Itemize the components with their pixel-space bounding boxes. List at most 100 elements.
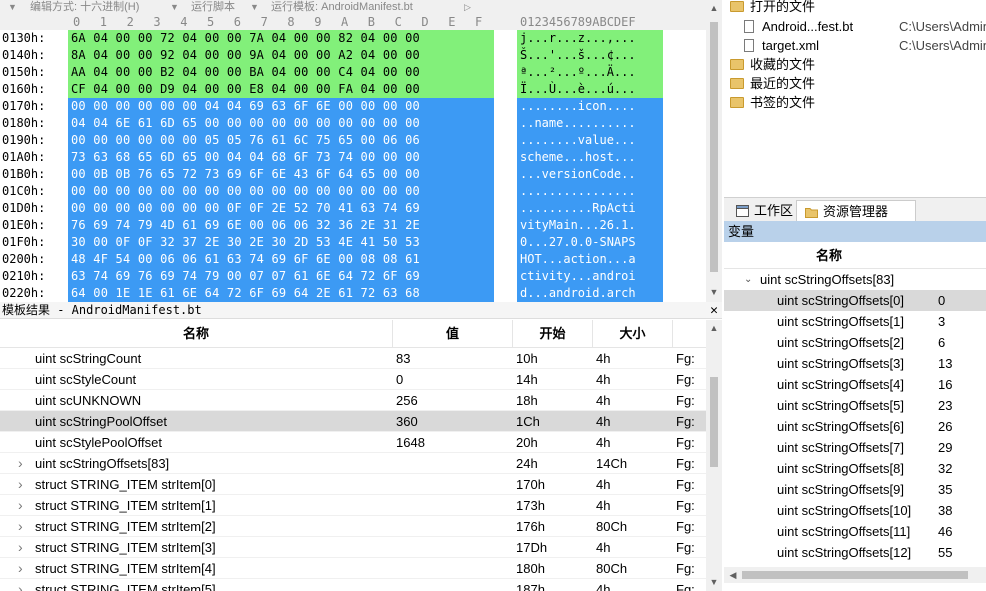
hex-bytes[interactable]: 8A 04 00 00 92 04 00 00 9A 04 00 00 A2 0… [68,47,494,64]
hex-ascii[interactable]: ..name.......... [517,115,663,132]
hex-bytes[interactable]: 00 0B 0B 76 65 72 73 69 6F 6E 43 6F 64 6… [68,166,494,183]
variable-row[interactable]: uint scStringOffsets[7] 29 [724,437,986,458]
variables-col-header[interactable]: 名称 [724,242,986,269]
variable-row[interactable]: uint scStringOffsets[9] 35 [724,479,986,500]
table-row[interactable]: › struct STRING_ITEM strItem[4] 180h 80Ch Fg… [0,558,706,579]
hex-bytes[interactable]: 48 4F 54 00 06 06 61 63 74 69 6F 6E 00 0… [68,251,494,268]
hex-row[interactable]: 0170h: 00 00 00 00 00 00 04 04 69 63 6F 6… [0,98,706,115]
file-item[interactable]: Android...fest.bt C:\Users\Administ [744,17,986,36]
hex-view[interactable]: 0130h: 6A 04 00 00 72 04 00 00 7A 04 00 0… [0,30,706,302]
table-row[interactable]: › struct STRING_ITEM strItem[1] 173h 4h Fg: [0,495,706,516]
hex-row[interactable]: 0160h: CF 04 00 00 D9 04 00 00 E8 04 00 0… [0,81,706,98]
folder-item[interactable]: 书签的文件 [730,93,815,112]
hex-ascii[interactable]: Ï...Ù...è...ú... [517,81,663,98]
hex-ascii[interactable]: HOT...action...a [517,251,663,268]
folder-item[interactable]: 收藏的文件 [730,55,815,74]
template-table[interactable]: uint scStringCount 83 10h 4h Fg: uint scStyle… [0,348,706,591]
hex-bytes[interactable]: 76 69 74 79 4D 61 69 6E 00 06 06 32 36 2… [68,217,494,234]
hex-ascii[interactable]: j...r...z...‚... [517,30,663,47]
hex-row[interactable]: 01C0h: 00 00 00 00 00 00 00 00 00 00 00 0… [0,183,706,200]
table-row[interactable]: uint scStyleCount 0 14h 4h Fg: [0,369,706,390]
hex-editor[interactable]: ▼ 编辑方式: 十六进制(H) ▼ 运行脚本 ▼ 运行模板: AndroidMa… [0,0,722,302]
scroll-thumb[interactable] [742,571,968,579]
hex-ascii[interactable]: ................ [517,183,663,200]
variable-row[interactable]: uint scStringOffsets[3] 13 [724,353,986,374]
hex-row[interactable]: 0130h: 6A 04 00 00 72 04 00 00 7A 04 00 0… [0,30,706,47]
scroll-thumb[interactable] [710,377,718,467]
table-row[interactable]: › struct STRING_ITEM strItem[3] 17Dh 4h Fg: [0,537,706,558]
variable-row[interactable]: uint scStringOffsets[2] 6 [724,332,986,353]
hex-scrollbar[interactable]: ▲ ▼ [706,0,722,302]
hex-row[interactable]: 0200h: 48 4F 54 00 06 06 61 63 74 69 6F 6… [0,251,706,268]
chevron-right-icon[interactable]: › [18,495,23,516]
scroll-down-icon[interactable]: ▼ [706,286,722,298]
hex-ascii[interactable]: ..........RpActi [517,200,663,217]
variables-panel[interactable]: 名称 ⌄ uint scStringOffsets[83] uint scStr… [724,242,986,567]
table-row[interactable]: uint scStylePoolOffset 1648 20h 4h Fg: [0,432,706,453]
hex-ascii[interactable]: Š...'...š...¢... [517,47,663,64]
hex-row[interactable]: 0150h: AA 04 00 00 B2 04 00 00 BA 04 00 0… [0,64,706,81]
chevron-right-icon[interactable]: › [18,579,23,591]
hex-ascii[interactable]: vityMain...26.1. [517,217,663,234]
col-start-header[interactable]: 开始 [513,320,593,348]
hex-row[interactable]: 0140h: 8A 04 00 00 92 04 00 00 9A 04 00 0… [0,47,706,64]
hex-bytes[interactable]: 00 00 00 00 00 00 05 05 76 61 6C 75 65 0… [68,132,494,149]
scroll-down-icon[interactable]: ▼ [706,576,722,588]
edit-mode-menu[interactable]: 编辑方式: 十六进制(H) [30,0,139,14]
hex-row[interactable]: 01E0h: 76 69 74 79 4D 61 69 6E 00 06 06 3… [0,217,706,234]
hex-row[interactable]: 01F0h: 30 00 0F 0F 32 37 2E 30 2E 30 2D 5… [0,234,706,251]
variable-row[interactable]: uint scStringOffsets[1] 3 [724,311,986,332]
chevron-down-icon[interactable]: ⌄ [744,269,752,290]
variable-row[interactable]: uint scStringOffsets[10] 38 [724,500,986,521]
chevron-right-icon[interactable]: › [18,537,23,558]
variable-row[interactable]: uint scStringOffsets[12] 55 [724,542,986,563]
variable-row[interactable]: uint scStringOffsets[4] 16 [724,374,986,395]
scroll-up-icon[interactable]: ▲ [706,2,722,14]
hex-row[interactable]: 0190h: 00 00 00 00 00 00 05 05 76 61 6C 7… [0,132,706,149]
hex-row[interactable]: 0220h: 64 00 1E 1E 61 6E 64 72 6F 69 64 2… [0,285,706,302]
folder-item[interactable]: 最近的文件 [730,74,815,93]
run-script-menu[interactable]: 运行脚本 [191,0,235,14]
table-row[interactable]: uint scUNKNOWN 256 18h 4h Fg: [0,390,706,411]
table-row[interactable]: uint scStringCount 83 10h 4h Fg: [0,348,706,369]
col-name-header[interactable]: 名称 [0,320,393,348]
hex-row[interactable]: 0180h: 04 04 6E 61 6D 65 00 00 00 00 00 0… [0,115,706,132]
hex-bytes[interactable]: 73 63 68 65 6D 65 00 04 04 68 6F 73 74 0… [68,149,494,166]
col-size-header[interactable]: 大小 [593,320,673,348]
dropdown-arrow-icon[interactable]: ▼ [250,0,259,14]
hex-bytes[interactable]: CF 04 00 00 D9 04 00 00 E8 04 00 00 FA 0… [68,81,494,98]
play-icon[interactable]: ▷ [464,0,471,14]
scroll-left-icon[interactable]: ◀ [725,569,741,581]
chevron-right-icon[interactable]: › [18,558,23,579]
variable-row[interactable]: uint scStringOffsets[6] 26 [724,416,986,437]
hex-row[interactable]: 01A0h: 73 63 68 65 6D 65 00 04 04 68 6F 7… [0,149,706,166]
table-row[interactable]: › uint scStringOffsets[83] 24h 14Ch Fg: [0,453,706,474]
hex-bytes[interactable]: 04 04 6E 61 6D 65 00 00 00 00 00 00 00 0… [68,115,494,132]
hex-bytes[interactable]: 00 00 00 00 00 00 04 04 69 63 6F 6E 00 0… [68,98,494,115]
table-row[interactable]: › struct STRING_ITEM strItem[5] 187h 4h Fg: [0,579,706,591]
template-scrollbar[interactable]: ▲ ▼ [706,320,722,591]
hex-ascii[interactable]: ª...²...º...Ä... [517,64,663,81]
variables-group-row[interactable]: ⌄ uint scStringOffsets[83] [724,269,986,290]
hex-ascii[interactable]: 0...27.0.0-SNAPS [517,234,663,251]
variable-row[interactable]: uint scStringOffsets[11] 46 [724,521,986,542]
chevron-right-icon[interactable]: › [18,453,23,474]
variable-row[interactable]: uint scStringOffsets[0] 0 [724,290,986,311]
dropdown-arrow-icon[interactable]: ▼ [8,0,17,14]
hex-row[interactable]: 01D0h: 00 00 00 00 00 00 00 0F 0F 2E 52 7… [0,200,706,217]
col-value-header[interactable]: 值 [393,320,513,348]
run-template-menu[interactable]: 运行模板: AndroidManifest.bt [271,0,413,14]
variables-hscrollbar[interactable]: ◀ [724,567,986,583]
hex-row[interactable]: 01B0h: 00 0B 0B 76 65 72 73 69 6F 6E 43 6… [0,166,706,183]
chevron-right-icon[interactable]: › [18,474,23,495]
hex-ascii[interactable]: scheme...host... [517,149,663,166]
hex-bytes[interactable]: 64 00 1E 1E 61 6E 64 72 6F 69 64 2E 61 7… [68,285,494,302]
table-row[interactable]: › struct STRING_ITEM strItem[0] 170h 4h Fg: [0,474,706,495]
table-row[interactable]: uint scStringPoolOffset 360 1Ch 4h Fg: [0,411,706,432]
tab-explorer[interactable]: 资源管理器 [796,200,916,222]
hex-ascii[interactable]: ........value... [517,132,663,149]
hex-bytes[interactable]: AA 04 00 00 B2 04 00 00 BA 04 00 00 C4 0… [68,64,494,81]
hex-ascii[interactable]: ........icon.... [517,98,663,115]
table-row[interactable]: › struct STRING_ITEM strItem[2] 176h 80Ch Fg… [0,516,706,537]
hex-bytes[interactable]: 00 00 00 00 00 00 00 00 00 00 00 00 00 0… [68,183,494,200]
